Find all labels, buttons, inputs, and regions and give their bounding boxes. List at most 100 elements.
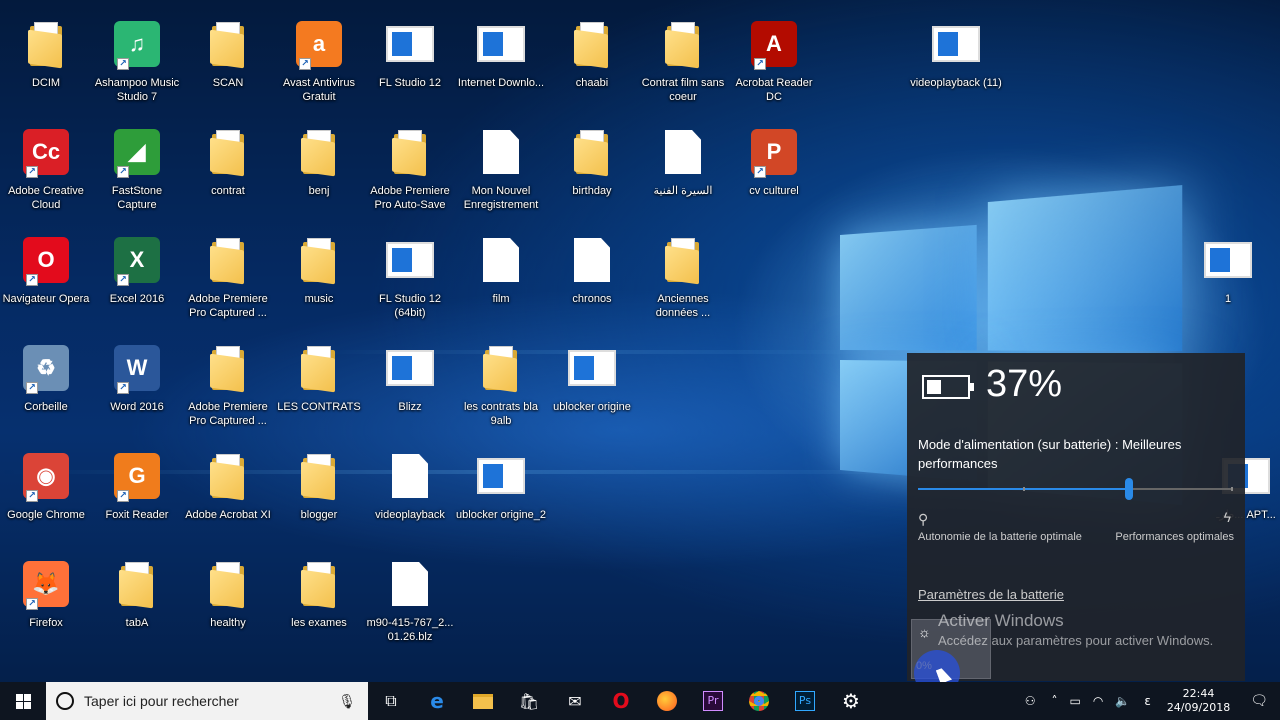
ime-indicator[interactable]: ε bbox=[1136, 694, 1159, 708]
lightning-icon: ϟ bbox=[1223, 509, 1231, 525]
mail-button[interactable]: ✉ bbox=[552, 682, 598, 720]
desktop-icon[interactable]: chaabi bbox=[546, 18, 638, 90]
power-mode-slider-thumb[interactable] bbox=[1125, 478, 1134, 500]
desktop-icon[interactable]: DCIM bbox=[0, 18, 92, 90]
battery-settings-link[interactable]: Paramètres de la batterie bbox=[918, 587, 1064, 602]
desktop-icon[interactable]: Anciennes données ... bbox=[637, 234, 729, 320]
wifi-icon[interactable]: ◠ bbox=[1087, 694, 1109, 708]
chevron-up-icon[interactable]: ˄ bbox=[1046, 694, 1064, 708]
shortcut-arrow-icon: ↗ bbox=[117, 490, 129, 502]
desktop-icon[interactable]: A ↗ Acrobat Reader DC bbox=[728, 18, 820, 104]
desktop-icon[interactable]: chronos bbox=[546, 234, 638, 306]
desktop-icon[interactable]: G ↗ Foxit Reader bbox=[91, 450, 183, 522]
start-button[interactable] bbox=[0, 682, 46, 720]
shortcut-arrow-icon: ↗ bbox=[117, 274, 129, 286]
app-icon: ◢ ↗ bbox=[111, 126, 163, 178]
task-view-button[interactable]: ⧉ bbox=[368, 682, 414, 720]
desktop-icon[interactable]: ◢ ↗ FastStone Capture bbox=[91, 126, 183, 212]
desktop-icon[interactable]: music bbox=[273, 234, 365, 306]
task-view-icon: ⧉ bbox=[385, 691, 397, 710]
desktop-icon[interactable]: Adobe Premiere Pro Captured ... bbox=[182, 342, 274, 428]
document-icon bbox=[475, 126, 527, 178]
desktop-icon-label: Foxit Reader bbox=[105, 509, 169, 521]
desktop-icon[interactable]: Adobe Acrobat XI bbox=[182, 450, 274, 522]
folder-icon bbox=[293, 342, 345, 394]
desktop-icon-label: Excel 2016 bbox=[109, 293, 165, 305]
desktop-icon-label: chaabi bbox=[575, 77, 609, 89]
desktop-icon[interactable]: Adobe Premiere Pro Captured ... bbox=[182, 234, 274, 320]
chrome-button[interactable] bbox=[736, 682, 782, 720]
folder-icon bbox=[111, 558, 163, 610]
desktop-icon[interactable]: Contrat film sans coeur bbox=[637, 18, 729, 104]
desktop-icon[interactable]: Internet Downlo... bbox=[455, 18, 547, 90]
desktop-icon[interactable]: FL Studio 12 (64bit) bbox=[364, 234, 456, 320]
desktop-icon[interactable]: contrat bbox=[182, 126, 274, 198]
battery-tray-icon[interactable]: ▭ bbox=[1064, 694, 1087, 708]
folder-icon bbox=[202, 450, 254, 502]
shortcut-arrow-icon: ↗ bbox=[299, 58, 311, 70]
desktop-icon[interactable]: ♫ ↗ Ashampoo Music Studio 7 bbox=[91, 18, 183, 104]
desktop-icon-label: ublocker origine_2 bbox=[456, 509, 546, 521]
desktop-icon[interactable]: m90-415-767_2... 01.26.blz bbox=[364, 558, 456, 644]
desktop-icon[interactable]: السيرة الفنية bbox=[637, 126, 729, 198]
desktop-icon[interactable]: les exames bbox=[273, 558, 365, 630]
desktop-icon[interactable]: healthy bbox=[182, 558, 274, 630]
opera-button[interactable]: O bbox=[598, 682, 644, 720]
app-icon: a ↗ bbox=[293, 18, 345, 70]
notifications-icon[interactable]: 🗨 bbox=[1238, 693, 1280, 709]
power-mode-slider[interactable] bbox=[918, 478, 1233, 500]
desktop-icon[interactable]: film bbox=[455, 234, 547, 306]
gear-icon: ⚙ bbox=[842, 689, 860, 713]
settings-button[interactable]: ⚙ bbox=[828, 682, 874, 720]
desktop-icon[interactable]: Adobe Premiere Pro Auto-Save bbox=[364, 126, 456, 212]
search-box[interactable]: Taper ici pour rechercher 🎙 bbox=[46, 682, 368, 720]
premiere-button[interactable]: Pr bbox=[690, 682, 736, 720]
firefox-button[interactable] bbox=[644, 682, 690, 720]
desktop-icon-label: Adobe Premiere Pro Captured ... bbox=[188, 293, 268, 319]
desktop-icon[interactable]: FL Studio 12 bbox=[364, 18, 456, 90]
folder-icon bbox=[293, 234, 345, 286]
battery-saver-icon: ⚲ bbox=[918, 511, 929, 527]
desktop-icon[interactable]: SCAN bbox=[182, 18, 274, 90]
desktop-icon[interactable]: blogger bbox=[273, 450, 365, 522]
desktop-icon[interactable]: videoplayback bbox=[364, 450, 456, 522]
shortcut-arrow-icon: ↗ bbox=[26, 598, 38, 610]
photoshop-button[interactable]: Ps bbox=[782, 682, 828, 720]
window-thumbnail-icon bbox=[384, 234, 436, 286]
desktop-icon[interactable]: a ↗ Avast Antivirus Gratuit bbox=[273, 18, 365, 104]
desktop-icon[interactable]: les contrats bla 9alb bbox=[455, 342, 547, 428]
clock[interactable]: 22:44 24/09/2018 bbox=[1159, 687, 1238, 715]
desktop-icon[interactable]: ublocker origine bbox=[546, 342, 638, 414]
desktop-icon[interactable]: W ↗ Word 2016 bbox=[91, 342, 183, 414]
desktop-icon[interactable]: O ↗ Navigateur Opera bbox=[0, 234, 92, 306]
desktop-icon[interactable]: ublocker origine_2 bbox=[455, 450, 547, 522]
file-explorer-button[interactable] bbox=[460, 682, 506, 720]
document-icon bbox=[384, 450, 436, 502]
volume-icon[interactable]: 🔈 bbox=[1109, 694, 1136, 708]
battery-icon bbox=[922, 375, 974, 399]
desktop-icon[interactable]: Blizz bbox=[364, 342, 456, 414]
photoshop-icon: Ps bbox=[795, 691, 815, 711]
desktop-icon[interactable]: videoplayback (11) bbox=[910, 18, 1002, 90]
desktop-icon[interactable]: 1 bbox=[1182, 234, 1274, 306]
desktop-icon[interactable]: X ↗ Excel 2016 bbox=[91, 234, 183, 306]
shortcut-arrow-icon: ↗ bbox=[26, 274, 38, 286]
desktop-icon[interactable]: birthday bbox=[546, 126, 638, 198]
desktop-icon[interactable]: Mon Nouvel Enregistrement bbox=[455, 126, 547, 212]
desktop-icon[interactable]: benj bbox=[273, 126, 365, 198]
desktop-icon[interactable]: LES CONTRATS bbox=[273, 342, 365, 414]
desktop-icon-label: music bbox=[304, 293, 334, 305]
store-button[interactable]: 🛍 bbox=[506, 682, 552, 720]
desktop-icon[interactable]: P ↗ cv culturel bbox=[728, 126, 820, 198]
desktop-icon[interactable]: 🦊 ↗ Firefox bbox=[0, 558, 92, 630]
desktop-icon[interactable]: ◉ ↗ Google Chrome bbox=[0, 450, 92, 522]
desktop-icon[interactable]: tabA bbox=[91, 558, 183, 630]
desktop-icon-label: Word 2016 bbox=[110, 401, 164, 413]
shortcut-arrow-icon: ↗ bbox=[26, 490, 38, 502]
people-icon[interactable]: ⚇ bbox=[1015, 694, 1046, 708]
desktop-icon[interactable]: Cc ↗ Adobe Creative Cloud bbox=[0, 126, 92, 212]
desktop-icon-label: ublocker origine bbox=[553, 401, 631, 413]
edge-button[interactable]: e bbox=[414, 682, 460, 720]
microphone-icon[interactable]: 🎙 bbox=[338, 693, 356, 710]
desktop-icon[interactable]: ♻ ↗ Corbeille bbox=[0, 342, 92, 414]
